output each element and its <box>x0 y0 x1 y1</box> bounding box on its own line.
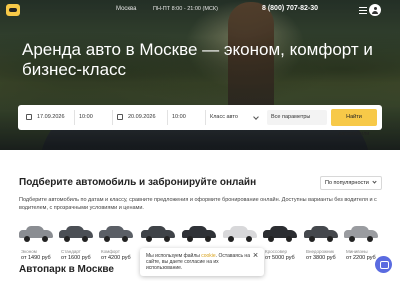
car-image <box>59 225 93 242</box>
car-class-price: от 3800 руб <box>306 255 336 261</box>
car-class-card[interactable]: Внедорожник от 3800 руб <box>304 222 340 262</box>
car-image <box>182 225 216 242</box>
car-class-name: Минивэны <box>346 249 368 254</box>
working-hours: ПН-ПТ 8:00 - 21:00 (МСК) <box>153 6 218 12</box>
autopark-title: Автопарк в Москве <box>19 264 114 275</box>
user-icon[interactable] <box>369 4 381 16</box>
car-class-price: от 1490 руб <box>21 255 51 261</box>
calendar-icon <box>117 114 123 120</box>
car-class-price: от 2200 руб <box>346 255 376 261</box>
car-image <box>223 225 257 242</box>
close-icon[interactable]: × <box>251 251 260 260</box>
city-selector[interactable]: Москва <box>116 6 136 12</box>
divider <box>74 110 75 125</box>
car-image <box>344 225 378 242</box>
car-class-price: от 5000 руб <box>265 255 295 261</box>
chevron-down-icon <box>372 179 377 184</box>
car-class-name: Кроссовер <box>265 249 288 254</box>
date-from-field[interactable]: 17.09.2026 <box>34 110 74 125</box>
car-class-price: от 1600 руб <box>61 255 91 261</box>
cookie-text: Мы используем файлы cookie. Оставаясь на… <box>146 253 250 272</box>
car-image <box>141 225 175 242</box>
car-class-card[interactable]: Кроссовер от 5000 руб <box>263 222 299 262</box>
section-title: Подберите автомобиль и забронируйте онла… <box>19 177 257 188</box>
all-params-button[interactable]: Все параметры <box>267 110 327 125</box>
section-description: Подберите автомобиль по датам и классу, … <box>19 197 377 211</box>
car-logo-icon[interactable] <box>6 4 20 16</box>
find-cars-button[interactable]: Найти автомобили <box>331 109 377 137</box>
search-bar: 17.09.2026 10:00 20.09.2026 10:00 Класс … <box>18 105 382 137</box>
divider <box>167 110 168 125</box>
car-class-name: Комфорт <box>101 249 120 254</box>
divider <box>205 110 206 125</box>
page-title: Аренда авто в Москве — эконом, комфорт и… <box>22 40 373 79</box>
car-class-name: Внедорожник <box>306 249 334 254</box>
menu-icon[interactable] <box>357 4 369 16</box>
sort-label: По популярности <box>325 180 369 186</box>
sort-select[interactable]: По популярности <box>320 176 382 190</box>
car-image <box>19 225 53 242</box>
car-class-card[interactable]: Стандарт от 1600 руб <box>59 222 95 262</box>
car-class-card[interactable]: Эконом от 1490 руб <box>19 222 55 262</box>
divider <box>112 110 113 125</box>
chat-icon[interactable] <box>375 256 392 273</box>
car-class-name: Стандарт <box>61 249 81 254</box>
car-class-card[interactable]: Комфорт от 4200 руб <box>99 222 135 262</box>
car-image <box>263 225 297 242</box>
car-class-card[interactable]: Минивэны от 2200 руб <box>344 222 380 262</box>
time-from-field[interactable]: 10:00 <box>76 110 112 125</box>
cookie-banner: Мы используем файлы cookie. Оставаясь на… <box>140 248 264 276</box>
car-class-price: от 4200 руб <box>101 255 131 261</box>
calendar-icon <box>26 114 32 120</box>
top-bar: Москва ПН-ПТ 8:00 - 21:00 (МСК) 8 (800) … <box>0 0 400 20</box>
phone-link[interactable]: 8 (800) 707-82-30 <box>262 5 318 12</box>
date-to-field[interactable]: 20.09.2026 <box>125 110 167 125</box>
car-image <box>304 225 338 242</box>
car-image <box>99 225 133 242</box>
time-to-field[interactable]: 10:00 <box>169 110 205 125</box>
car-class-name: Эконом <box>21 249 37 254</box>
